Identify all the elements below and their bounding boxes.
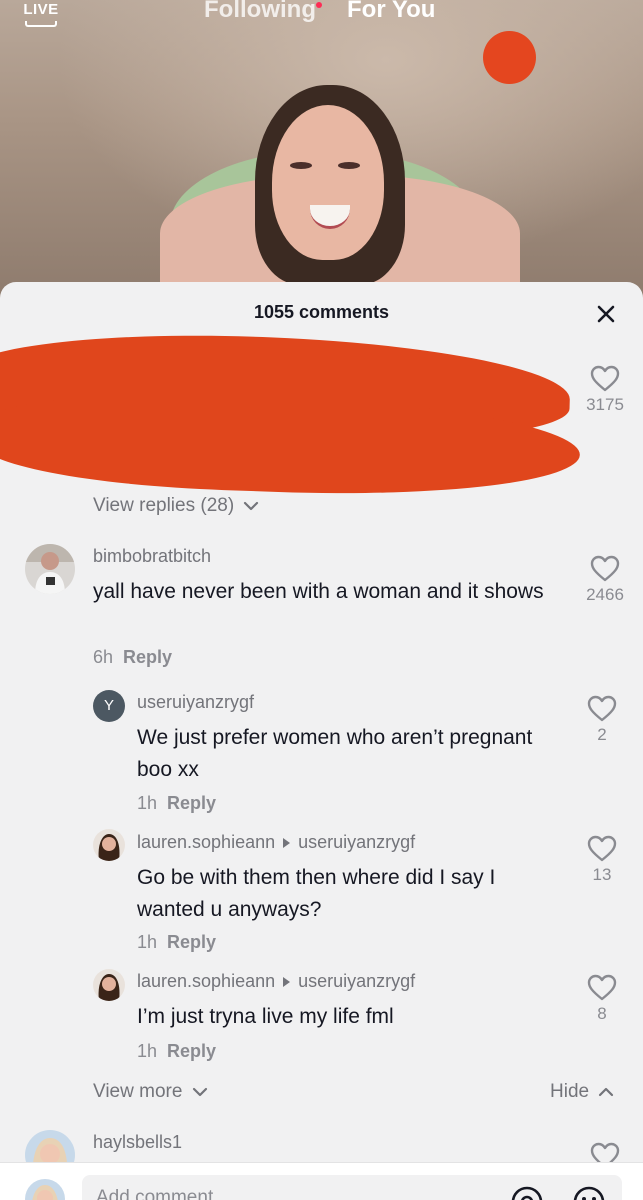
tab-for-you[interactable]: For You (347, 0, 435, 24)
hide-label: Hide (550, 1081, 590, 1102)
reply-button[interactable]: Reply (123, 647, 172, 667)
view-replies-label: View replies (28) (93, 495, 235, 516)
notification-dot (316, 2, 322, 8)
like-count: 3175 (586, 395, 624, 414)
comment-username[interactable]: bimbobratbitch (93, 546, 211, 567)
reply-button[interactable]: Reply (167, 793, 216, 813)
emoji-icon[interactable] (572, 1185, 606, 1200)
avatar-letter: Y (103, 697, 114, 714)
like-button[interactable]: 3175 (575, 365, 635, 415)
reply-meta: 1h Reply (137, 1041, 216, 1062)
close-button[interactable] (592, 300, 620, 328)
avatar[interactable] (25, 544, 75, 594)
reply-to-username[interactable]: useruiyanzrygf (298, 832, 415, 852)
chevron-up-icon (599, 1087, 614, 1097)
reply-username[interactable]: useruiyanzrygf (137, 692, 254, 713)
reply-time: 1h (137, 932, 158, 952)
mention-icon[interactable] (510, 1185, 544, 1200)
like-button[interactable]: 2466 (575, 555, 635, 605)
like-button[interactable]: 8 (572, 974, 632, 1024)
comment-time: 6h (93, 647, 114, 667)
reply-meta: 1h Reply (137, 932, 216, 953)
view-replies-button[interactable]: View replies (28) (93, 495, 259, 517)
like-button[interactable]: 2 (572, 695, 632, 745)
comment-input-bar (0, 1162, 643, 1200)
like-count: 8 (597, 1004, 607, 1023)
live-button[interactable]: LIVE (22, 0, 60, 28)
avatar[interactable] (93, 829, 125, 861)
video-player[interactable]: LIVE Following For You (0, 0, 643, 300)
tv-icon (25, 21, 57, 27)
reply-username-label: lauren.sophieann (137, 832, 276, 852)
reply-username[interactable]: lauren.sophieann useruiyanzrygf (137, 971, 415, 992)
like-button[interactable]: 13 (572, 835, 632, 885)
my-avatar (25, 1179, 65, 1200)
video-person-eye-left (290, 162, 312, 169)
video-person-eye-right (338, 162, 360, 169)
view-more-label: View more (93, 1081, 183, 1102)
heart-icon (587, 695, 617, 722)
video-person-face (272, 105, 384, 260)
hide-replies-button[interactable]: Hide (550, 1081, 614, 1103)
tab-following[interactable]: Following (204, 0, 316, 24)
live-label: LIVE (23, 1, 59, 18)
reply-text: I’m just tryna live my life fml (137, 1005, 394, 1028)
reply-button[interactable]: Reply (167, 932, 216, 952)
reply-username-label: lauren.sophieann (137, 971, 276, 991)
comment-meta: 6h Reply (93, 647, 172, 668)
reply-button[interactable]: Reply (167, 1041, 216, 1061)
like-count: 2 (597, 725, 607, 744)
heart-icon (590, 365, 620, 392)
comments-count-title: 1055 comments (253, 302, 390, 322)
heart-icon (587, 835, 617, 862)
reply-username[interactable]: lauren.sophieann useruiyanzrygf (137, 832, 415, 853)
comment-username[interactable]: haylsbells1 (93, 1132, 182, 1153)
reply-to-arrow-icon (283, 837, 291, 848)
close-icon (597, 305, 615, 323)
chevron-down-icon (244, 501, 259, 511)
comments-sheet: 1055 comments 3175 View replies (28) bim… (0, 282, 643, 1200)
reply-time: 1h (137, 793, 158, 813)
avatar[interactable]: Y (93, 690, 125, 722)
comment-text: yall have never been with a woman and it… (93, 580, 544, 603)
like-count: 13 (592, 865, 612, 884)
reply-time: 1h (137, 1041, 158, 1061)
avatar[interactable] (93, 969, 125, 1001)
like-count: 2466 (586, 585, 624, 604)
redaction-mark (483, 31, 536, 84)
reply-meta: 1h Reply (137, 793, 216, 814)
heart-icon (587, 974, 617, 1001)
heart-icon (590, 555, 620, 582)
reply-text: Go be with them then where did I say I w… (137, 866, 496, 921)
reply-to-username[interactable]: useruiyanzrygf (298, 971, 415, 991)
chevron-down-icon (192, 1087, 207, 1097)
reply-to-arrow-icon (283, 976, 291, 987)
view-more-button[interactable]: View more (93, 1081, 208, 1103)
reply-text: We just prefer women who aren’t pregnant… (137, 726, 533, 781)
